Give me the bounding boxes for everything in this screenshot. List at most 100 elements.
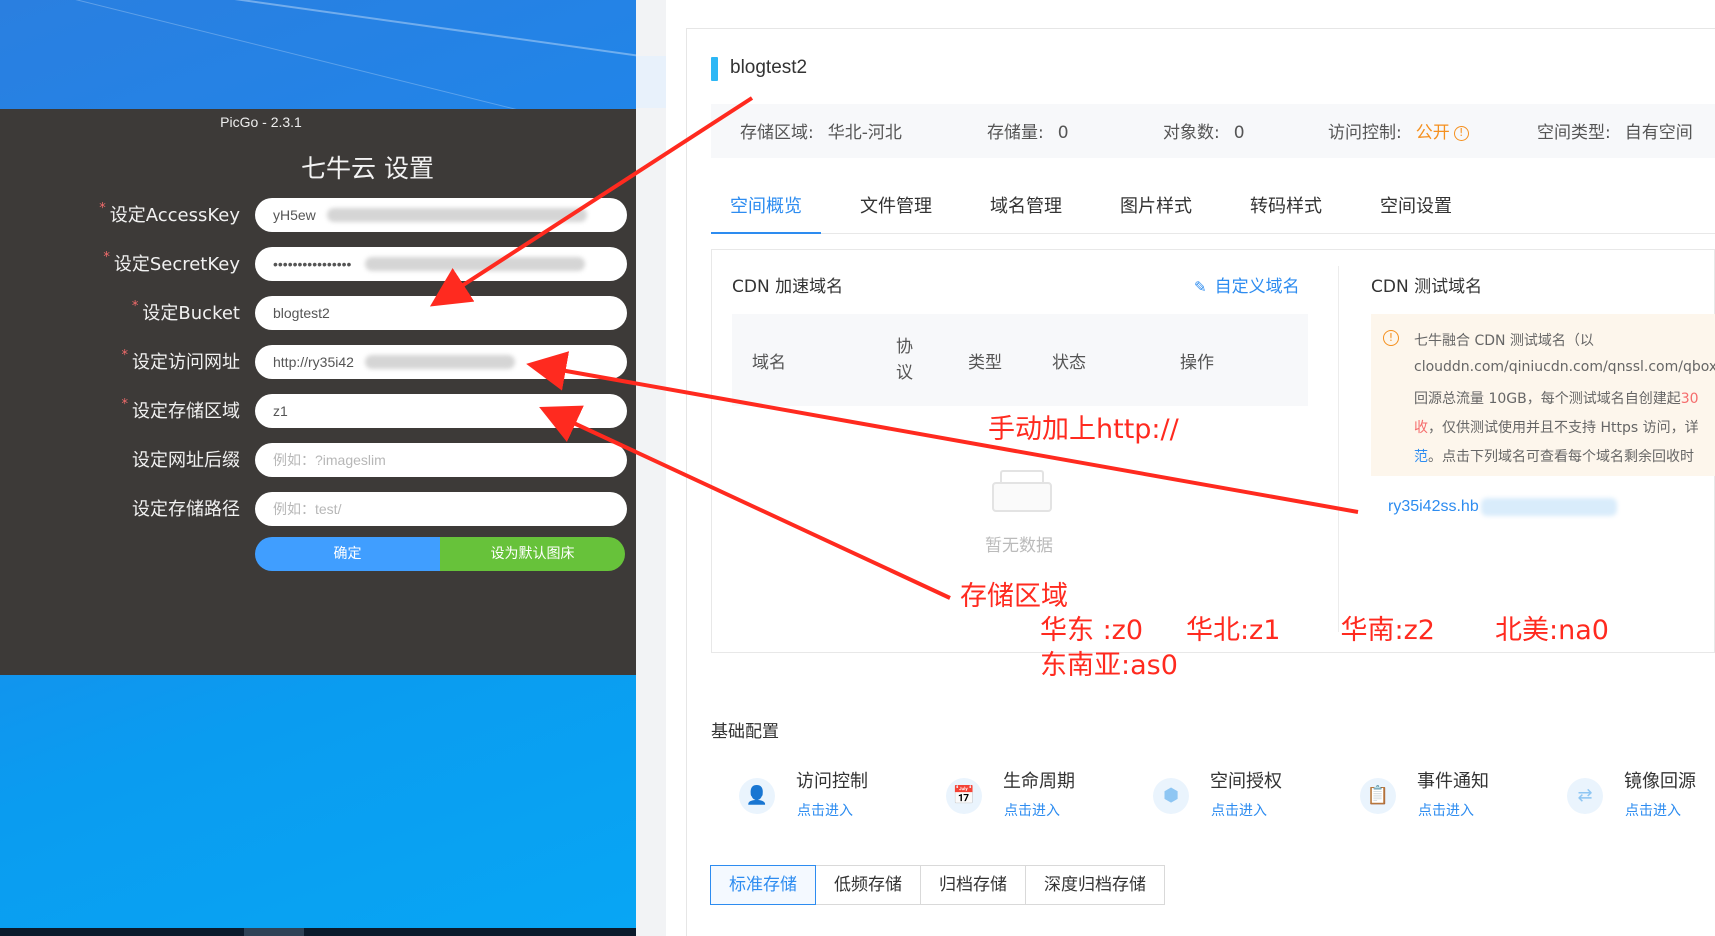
form-row-accesskey: * 设定AccessKey yH5ew [0, 195, 636, 233]
custom-domain-label: 自定义域名 [1214, 277, 1300, 297]
field-label: 设定访问网址 [132, 352, 240, 373]
basic-config-title: 基础配置 [711, 722, 779, 742]
notice-line-text: 回源总流量 10GB，每个测试域名自创建起30 [1414, 391, 1699, 407]
enter-link[interactable]: 点击进入 [797, 800, 853, 820]
tab-image-styles[interactable]: 图片样式 [1120, 192, 1192, 218]
feature-mirror-source[interactable]: ⇄ 镜像回源 点击进入 [1539, 764, 1715, 824]
feature-event-notify[interactable]: 📋 事件通知 点击进入 [1332, 764, 1532, 824]
tab-standard-storage[interactable]: 标准存储 [710, 865, 816, 905]
info-warning-icon: ! [1383, 330, 1399, 346]
feature-authorization[interactable]: ⬢ 空间授权 点击进入 [1125, 764, 1325, 824]
annotation-manual-http: 手动加上http:// [988, 414, 1179, 445]
feature-name: 镜像回源 [1624, 771, 1696, 792]
info-value: 0 [1057, 123, 1069, 143]
secretkey-input[interactable]: •••••••••••••••• [255, 247, 627, 281]
form-row-secretkey: * 设定SecretKey •••••••••••••••• [0, 244, 636, 282]
notice-highlight[interactable]: 范 [1414, 449, 1428, 465]
info-label: 访问控制: [1328, 123, 1402, 143]
settings-heading: 七牛云 设置 [301, 154, 434, 183]
picgo-settings-window: PicGo - 2.3.1 七牛云 设置 * 设定AccessKey yH5ew … [0, 109, 636, 675]
domain-table-header: 域名 协 议 类型 状态 操作 [732, 314, 1308, 406]
col-action: 操作 [1180, 353, 1214, 373]
tab-settings[interactable]: 空间设置 [1380, 192, 1452, 218]
info-value: 0 [1233, 123, 1245, 143]
redaction-blur [1480, 498, 1617, 516]
redaction-blur [365, 257, 585, 271]
custom-domain-link[interactable]: ✎ 自定义域名 [1194, 272, 1300, 297]
col-type: 类型 [968, 353, 1002, 373]
input-value: http://ry35i42 [273, 354, 354, 370]
test-domain-notice: ! 七牛融合 CDN 测试域名（以 clouddn.com/qiniucdn.c… [1371, 314, 1715, 476]
button-group: 确定 设为默认图床 [255, 537, 625, 571]
icon-glyph: 👤 [745, 785, 769, 806]
tab-transcode[interactable]: 转码样式 [1250, 192, 1322, 218]
test-domain-link[interactable]: ry35i42ss.hb [1388, 498, 1617, 516]
notify-clipboard-icon: 📋 [1360, 778, 1396, 814]
edit-pen-icon: ✎ [1194, 278, 1207, 296]
tab-files[interactable]: 文件管理 [860, 192, 932, 218]
field-label: 设定SecretKey [113, 254, 240, 275]
icon-glyph: 📋 [1366, 785, 1390, 806]
required-mark: * [99, 201, 106, 216]
secretkey-label: * 设定SecretKey [103, 250, 240, 276]
redaction-blur [327, 208, 587, 222]
set-default-button[interactable]: 设为默认图床 [440, 537, 625, 571]
cdn-test-title: CDN 测试域名 [1371, 277, 1483, 297]
user-lock-icon: 👤 [739, 778, 775, 814]
region-label: * 设定存储区域 [122, 397, 241, 423]
enter-link[interactable]: 点击进入 [1418, 800, 1474, 820]
input-value: z1 [273, 403, 288, 419]
info-storage: 存储量: 0 [987, 118, 1069, 143]
tab-domains[interactable]: 域名管理 [990, 192, 1062, 218]
bucket-input[interactable]: blogtest2 [255, 296, 627, 330]
empty-data-text: 暂无数据 [985, 536, 1053, 556]
feature-access-control[interactable]: 👤 访问控制 点击进入 [711, 764, 911, 824]
notice-line: clouddn.com/qiniucdn.com/qnssl.com/qbox.… [1414, 359, 1715, 375]
sidebar-strip [636, 0, 666, 936]
warning-icon[interactable]: ! [1453, 125, 1469, 141]
cube-share-icon: ⬢ [1153, 778, 1189, 814]
col-status: 状态 [1052, 353, 1086, 373]
confirm-button[interactable]: 确定 [255, 537, 440, 571]
enter-link[interactable]: 点击进入 [1625, 800, 1681, 820]
notice-line-text: 范。点击下列域名可查看每个域名剩余回收时 [1414, 449, 1694, 465]
window-title: PicGo - 2.3.1 [220, 114, 302, 130]
feature-lifecycle[interactable]: 📅 生命周期 点击进入 [918, 764, 1118, 824]
bucket-tabs: 空间概览 文件管理 域名管理 图片样式 转码样式 空间设置 [711, 188, 1715, 234]
tab-archive-storage[interactable]: 归档存储 [920, 865, 1026, 905]
notice-line: 回源总流量 10GB，每个测试域名自创建起30 [1414, 388, 1699, 408]
annotation-region-codes: 华东 :z0 华北:z1 华南:z2 北美:na0 [1040, 615, 1609, 646]
form-row-path: 设定存储路径 例如：test/ [0, 489, 636, 527]
col-protocol: 协 议 [896, 337, 913, 383]
input-value: yH5ew [273, 207, 316, 223]
accesskey-label: * 设定AccessKey [99, 201, 240, 227]
bucket-info-bar: 存储区域: 华北-河北 存储量: 0 对象数: 0 访问控制: 公开! 空间类型: 自有空… [711, 104, 1715, 158]
tab-overview[interactable]: 空间概览 [730, 192, 802, 218]
required-mark: * [121, 348, 129, 363]
enter-link[interactable]: 点击进入 [1211, 800, 1267, 820]
required-mark: * [131, 299, 139, 314]
info-label: 存储量: [987, 123, 1044, 143]
feature-name: 空间授权 [1210, 771, 1282, 792]
info-value: 公开 [1415, 123, 1450, 143]
region-input[interactable]: z1 [255, 394, 627, 428]
bucket-name: blogtest2 [730, 57, 808, 78]
taskbar-active-item[interactable] [244, 928, 304, 936]
taskbar[interactable] [0, 928, 636, 936]
tab-infrequent-storage[interactable]: 低频存储 [815, 865, 921, 905]
tab-deep-archive-storage[interactable]: 深度归档存储 [1025, 865, 1165, 905]
info-type: 空间类型: 自有空间 [1537, 118, 1693, 143]
form-row-region: * 设定存储区域 z1 [0, 391, 636, 429]
path-input[interactable]: 例如：test/ [255, 492, 627, 526]
form-row-url: * 设定访问网址 http://ry35i42 [0, 342, 636, 380]
icon-glyph: ⇄ [1577, 785, 1593, 806]
accesskey-input[interactable]: yH5ew [255, 198, 627, 232]
input-value: blogtest2 [273, 305, 330, 321]
enter-link[interactable]: 点击进入 [1004, 800, 1060, 820]
suffix-input[interactable]: 例如：?imageslim [255, 443, 627, 477]
form-row-suffix: 设定网址后缀 例如：?imageslim [0, 440, 636, 478]
info-label: 存储区域: [740, 123, 814, 143]
url-input[interactable]: http://ry35i42 [255, 345, 627, 379]
cdn-domain-title: CDN 加速域名 [732, 277, 844, 297]
sidebar-strip-highlight [636, 56, 666, 108]
